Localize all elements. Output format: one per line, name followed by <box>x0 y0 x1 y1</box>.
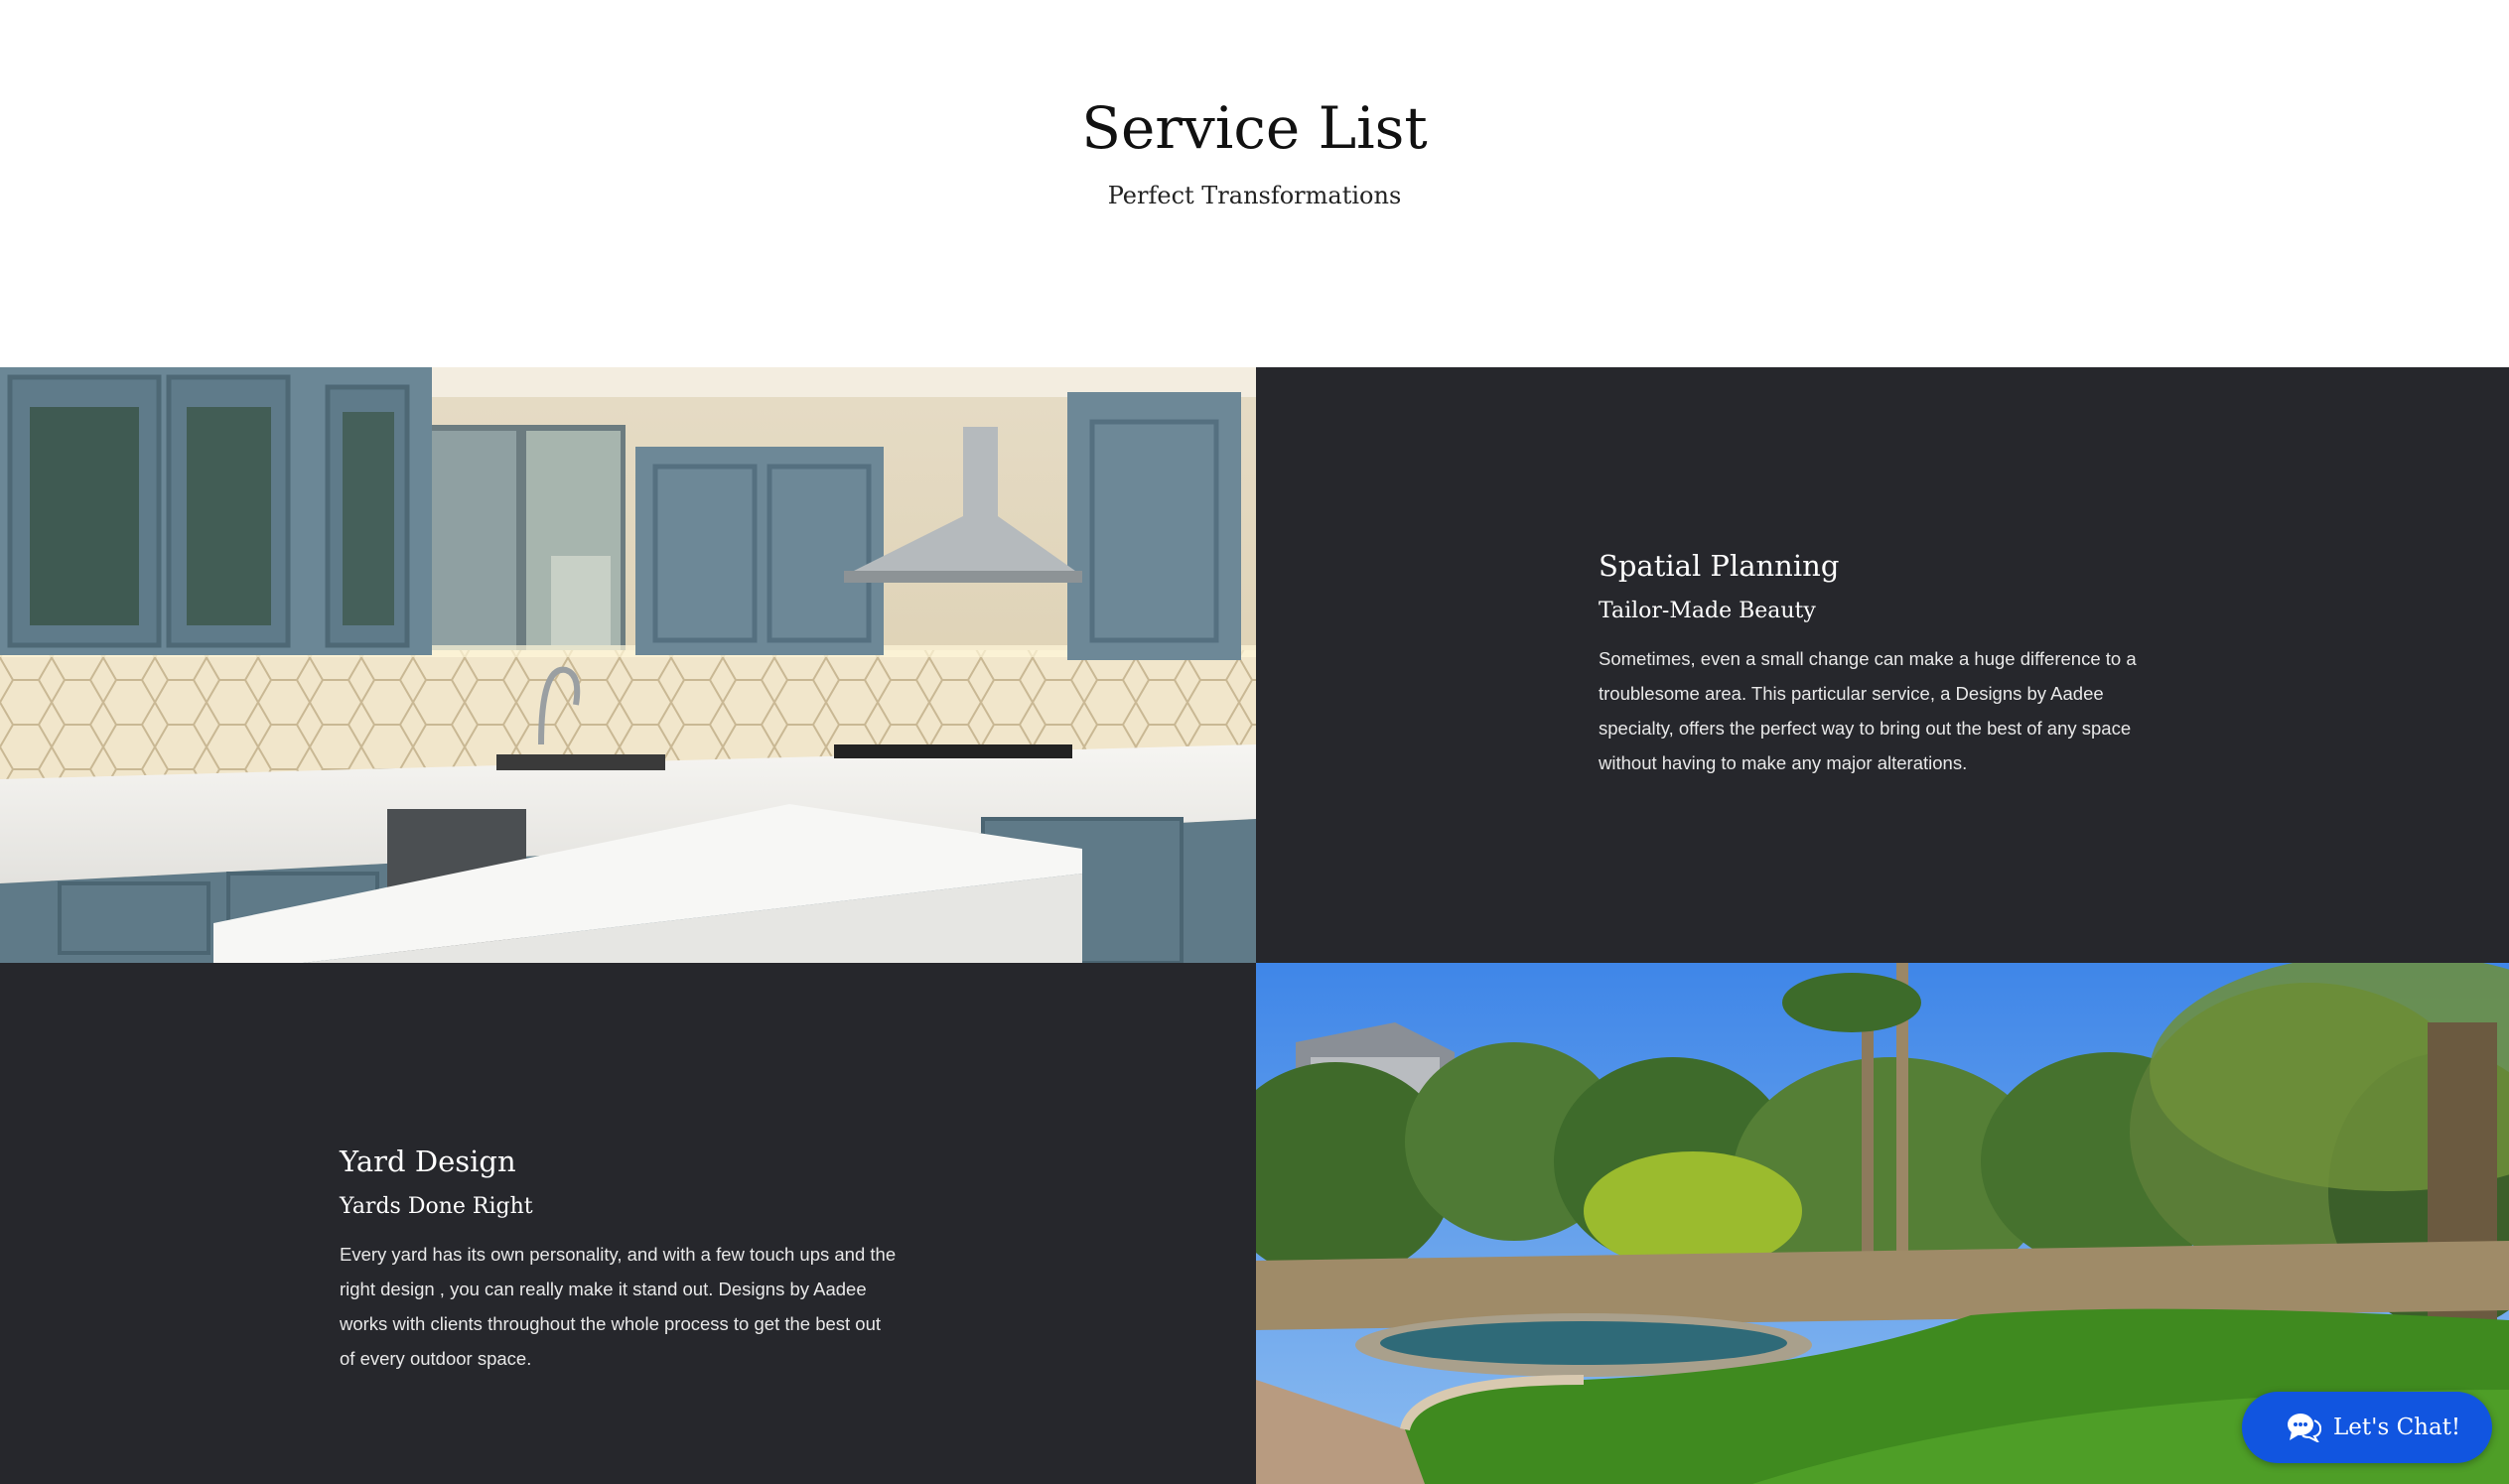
kitchen-photo <box>0 367 1256 963</box>
service-tagline-yard-design: Yards Done Right <box>340 1194 533 1219</box>
description-line: without having to make any major alterat… <box>1599 752 1968 773</box>
service-description-spatial-planning: Sometimes, even a small change can make … <box>1599 641 2174 780</box>
page-title: Service List <box>1081 94 1428 162</box>
page-subtitle: Perfect Transformations <box>1107 182 1402 209</box>
yard-design-panel <box>0 963 1256 1484</box>
description-line: troublesome area. This particular servic… <box>1599 683 2104 704</box>
chat-bubbles-icon <box>2288 1414 2321 1442</box>
service-title-yard-design: Yard Design <box>340 1145 516 1178</box>
page-header: Service List Perfect Transformations <box>0 0 2509 367</box>
chat-label: Let's Chat! <box>2333 1415 2461 1440</box>
service-tagline-spatial-planning: Tailor-Made Beauty <box>1599 599 1816 623</box>
description-line: Sometimes, even a small change can make … <box>1599 648 2137 669</box>
description-line: Every yard has its own personality, and … <box>340 1244 897 1265</box>
description-line: works with clients throughout the whole … <box>340 1313 882 1334</box>
lets-chat-button[interactable]: Let's Chat! <box>2242 1392 2492 1463</box>
description-line: specialty, offers the perfect way to bri… <box>1599 718 2132 739</box>
description-line: right design , you can really make it st… <box>340 1279 867 1299</box>
description-line: of every outdoor space. <box>340 1348 532 1369</box>
service-title-spatial-planning: Spatial Planning <box>1599 549 1840 583</box>
service-description-yard-design: Every yard has its own personality, and … <box>340 1237 915 1376</box>
